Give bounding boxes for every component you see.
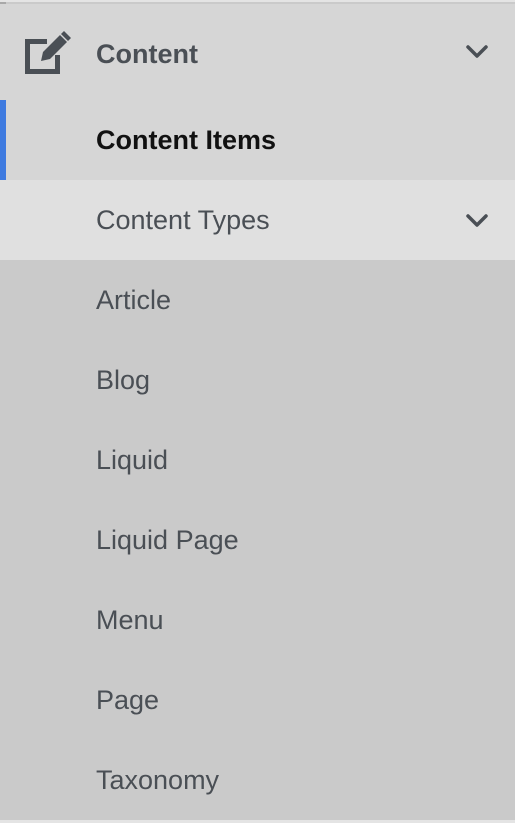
content-type-label: Article — [96, 285, 172, 315]
content-type-label: Menu — [96, 605, 164, 635]
content-menu-label: Content — [96, 39, 198, 69]
content-types-toggle[interactable]: Content Types — [0, 180, 515, 260]
content-menu-header[interactable]: Content — [0, 4, 515, 100]
content-type-label: Blog — [96, 365, 151, 395]
content-type-blog[interactable]: Blog — [0, 340, 515, 420]
content-type-taxonomy[interactable]: Taxonomy — [0, 740, 515, 820]
active-indicator — [0, 100, 6, 180]
admin-navigation-menu: Content Content Items Content Types Arti… — [0, 0, 515, 823]
content-type-liquid-page[interactable]: Liquid Page — [0, 500, 515, 580]
chevron-down-icon[interactable] — [465, 44, 489, 60]
chevron-down-icon[interactable] — [465, 213, 489, 229]
content-type-label: Liquid Page — [96, 525, 239, 555]
content-items-label: Content Items — [96, 125, 277, 155]
content-type-article[interactable]: Article — [0, 260, 515, 340]
content-type-label: Taxonomy — [96, 765, 220, 795]
content-type-label: Liquid — [96, 445, 169, 475]
content-type-label: Page — [96, 685, 160, 715]
content-type-menu[interactable]: Menu — [0, 580, 515, 660]
content-items-link[interactable]: Content Items — [0, 100, 515, 180]
content-type-page[interactable]: Page — [0, 660, 515, 740]
edit-icon — [25, 31, 71, 74]
content-types-label: Content Types — [96, 205, 270, 235]
content-type-liquid[interactable]: Liquid — [0, 420, 515, 500]
